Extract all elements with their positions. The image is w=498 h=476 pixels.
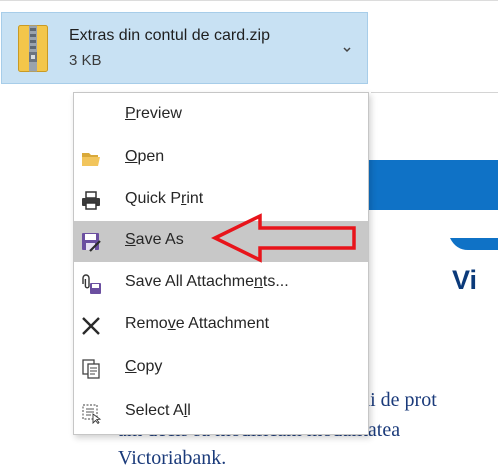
email-banner <box>365 160 498 210</box>
chevron-down-icon[interactable] <box>340 43 354 55</box>
zip-file-icon <box>18 25 48 72</box>
top-divider <box>0 0 498 1</box>
menu-item-select-all[interactable]: Select All <box>74 392 368 433</box>
bank-logo-text: Vi <box>452 265 478 295</box>
menu-item-copy[interactable]: Copy <box>74 348 368 389</box>
menu-item-label: Copy <box>125 358 163 375</box>
menu-item-label: Open <box>125 148 165 165</box>
remove-x-icon <box>82 317 100 335</box>
email-body-line-3: Victoriabank. <box>118 447 227 469</box>
save-all-attachments-icon <box>82 274 101 294</box>
attachment-chip[interactable]: Extras din contul de card.zip 3 KB <box>1 12 368 84</box>
menu-item-label: Quick Print <box>125 190 204 207</box>
menu-item-open[interactable]: Open <box>74 138 368 179</box>
menu-item-label: Remove Attachment <box>125 315 270 332</box>
select-all-icon <box>82 404 102 424</box>
menu-item-remove-attachment[interactable]: Remove Attachment <box>74 305 368 346</box>
menu-item-label: Save As <box>125 231 184 248</box>
annotation-arrow-icon <box>211 213 356 263</box>
printer-icon <box>82 191 100 210</box>
header-divider <box>371 92 498 93</box>
copy-icon <box>82 359 100 379</box>
save-as-icon <box>82 233 101 252</box>
menu-item-save-all-attachments[interactable]: Save All Attachments... <box>74 263 368 304</box>
attachment-file-size: 3 KB <box>69 52 102 69</box>
menu-item-label: Preview <box>125 105 182 122</box>
attachment-file-name: Extras din contul de card.zip <box>69 27 270 44</box>
menu-item-label: Select All <box>125 402 191 419</box>
menu-item-label: Save All Attachments... <box>125 273 289 290</box>
folder-open-icon <box>82 153 100 166</box>
menu-item-preview[interactable]: Preview <box>74 95 368 136</box>
